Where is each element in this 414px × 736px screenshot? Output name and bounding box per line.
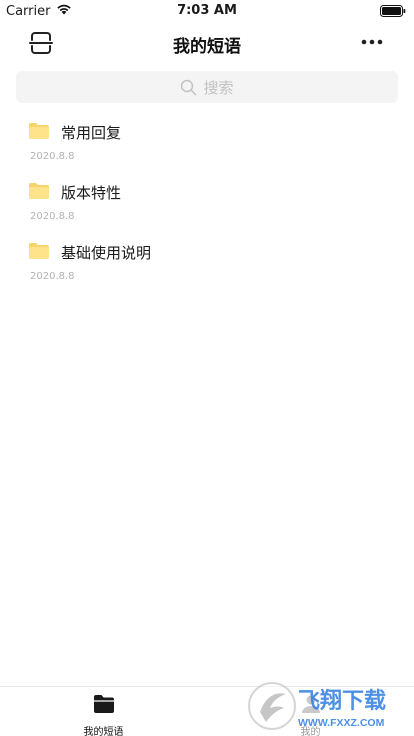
status-bar: Carrier 7:03 AM: [0, 0, 414, 22]
app-screen: Carrier 7:03 AM 我的短语 搜索 常用回复 2020.8.8 版本…: [0, 0, 414, 736]
search-placeholder: 搜索: [203, 78, 234, 97]
watermark-title: 飞翔下载: [298, 688, 386, 713]
folder-icon: [28, 242, 50, 264]
phrase-folder-list: 常用回复 2020.8.8 版本特性 2020.8.8 基础使用说明 2020.…: [0, 110, 414, 290]
folder-icon: [28, 122, 50, 144]
tab-label: 我的短语: [83, 727, 124, 736]
watermark-logo: 飞翔下载 WWW.FXXZ.COM: [246, 678, 410, 734]
more-icon: [360, 37, 384, 56]
battery-icon: [380, 5, 406, 21]
item-date: 2020.8.8: [30, 151, 75, 162]
watermark-url: WWW.FXXZ.COM: [298, 717, 385, 729]
item-title: 基础使用说明: [61, 244, 152, 262]
item-date: 2020.8.8: [30, 271, 75, 282]
search-icon: [180, 79, 197, 96]
page-title: 我的短语: [173, 37, 241, 57]
item-title: 常用回复: [61, 124, 122, 142]
list-item[interactable]: 常用回复 2020.8.8: [0, 110, 414, 170]
list-item[interactable]: 版本特性 2020.8.8: [0, 170, 414, 230]
item-title: 版本特性: [61, 184, 122, 202]
tab-my-phrases[interactable]: 我的短语: [0, 687, 207, 736]
item-date: 2020.8.8: [30, 211, 75, 222]
list-item[interactable]: 基础使用说明 2020.8.8: [0, 230, 414, 290]
navigation-bar: 我的短语: [0, 22, 414, 64]
folder-icon: [93, 694, 115, 718]
folder-icon: [28, 182, 50, 204]
search-input[interactable]: 搜索: [16, 71, 398, 103]
more-button[interactable]: [360, 32, 384, 52]
status-time: 7:03 AM: [177, 3, 237, 18]
